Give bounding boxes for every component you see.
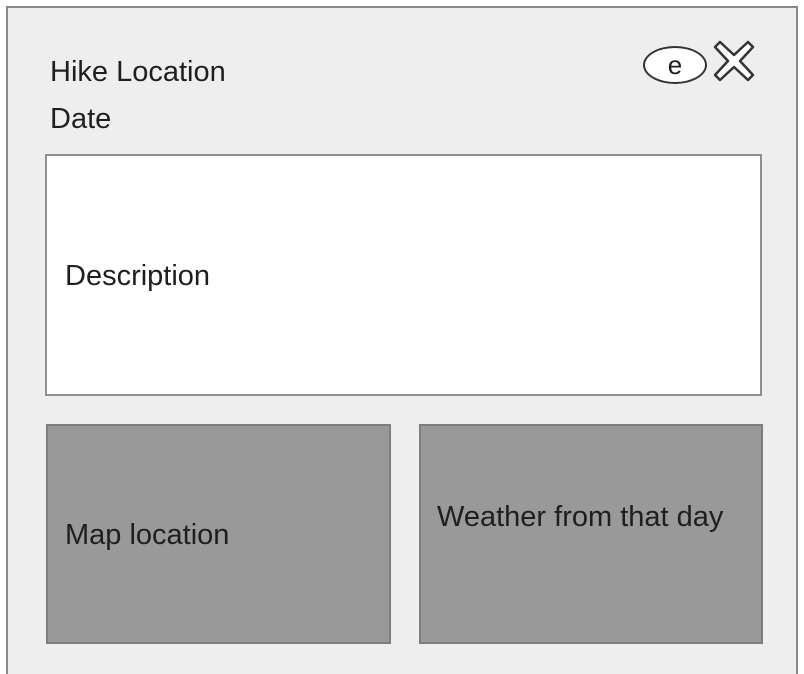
hike-card: Hike Location Date e Description Map loc… (6, 6, 798, 674)
hike-location-title: Hike Location (50, 56, 226, 88)
close-x-icon (713, 40, 755, 82)
description-box[interactable]: Description (45, 154, 762, 396)
description-label: Description (65, 260, 211, 292)
edit-button-label: e (667, 49, 683, 80)
hike-date: Date (50, 103, 112, 135)
map-location-label: Map location (65, 519, 230, 551)
weather-panel[interactable]: Weather from that day (419, 424, 763, 644)
weather-label: Weather from that day (437, 501, 724, 533)
edit-button[interactable]: e (643, 46, 707, 84)
close-button[interactable] (711, 38, 757, 84)
map-location-panel[interactable]: Map location (46, 424, 391, 644)
